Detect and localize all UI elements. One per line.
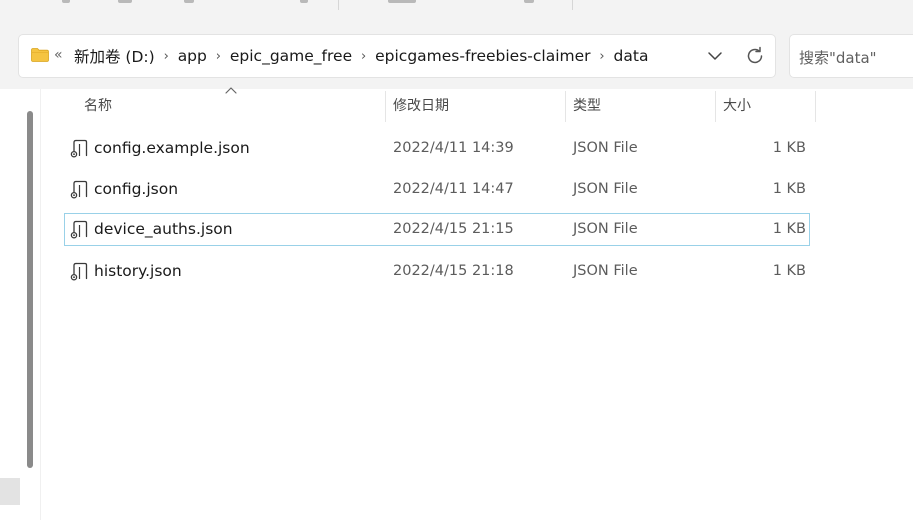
- sort-ascending-icon: [225, 87, 237, 94]
- chevron-down-icon[interactable]: [705, 46, 725, 66]
- refresh-icon[interactable]: [744, 45, 766, 67]
- breadcrumb-data[interactable]: data: [614, 47, 649, 65]
- file-modified: 2022/4/11 14:47: [393, 181, 514, 197]
- column-divider[interactable]: [815, 91, 816, 122]
- address-row: « 新加卷 (D:) › app › epic_game_free › epic…: [0, 25, 913, 89]
- chevron-right-icon[interactable]: ›: [155, 49, 178, 64]
- address-bar[interactable]: « 新加卷 (D:) › app › epic_game_free › epic…: [18, 34, 776, 78]
- table-row[interactable]: config.json 2022/4/11 14:47 JSON File 1 …: [64, 173, 810, 206]
- file-name[interactable]: config.json: [94, 180, 178, 198]
- toolbar-fragment: [118, 0, 132, 3]
- file-size: 1 KB: [772, 263, 806, 279]
- breadcrumb-drive[interactable]: 新加卷 (D:): [74, 45, 155, 67]
- breadcrumb-app[interactable]: app: [178, 47, 207, 65]
- breadcrumb-claimer[interactable]: epicgames-freebies-claimer: [375, 47, 590, 65]
- column-divider[interactable]: [565, 91, 566, 122]
- json-file-icon: [70, 220, 88, 239]
- table-row[interactable]: history.json 2022/4/15 21:18 JSON File 1…: [64, 255, 810, 288]
- navigation-pane: [0, 89, 40, 520]
- file-modified: 2022/4/15 21:18: [393, 263, 514, 279]
- file-name[interactable]: history.json: [94, 262, 182, 280]
- file-name[interactable]: device_auths.json: [94, 220, 233, 238]
- toolbar-divider: [338, 0, 339, 10]
- toolbar-fragment: [184, 0, 194, 3]
- toolbar-fragment: [388, 0, 416, 3]
- chevron-right-icon[interactable]: ›: [207, 49, 230, 64]
- toolbar-divider: [572, 0, 573, 10]
- file-type: JSON File: [573, 221, 638, 237]
- file-type: JSON File: [573, 140, 638, 156]
- file-size: 1 KB: [772, 181, 806, 197]
- file-size: 1 KB: [772, 140, 806, 156]
- folder-icon: [31, 48, 49, 62]
- file-type: JSON File: [573, 181, 638, 197]
- chevron-right-icon[interactable]: ›: [591, 49, 614, 64]
- file-type: JSON File: [573, 263, 638, 279]
- file-modified: 2022/4/11 14:39: [393, 140, 514, 156]
- column-header-modified[interactable]: 修改日期: [393, 95, 449, 122]
- table-row[interactable]: config.example.json 2022/4/11 14:39 JSON…: [64, 132, 810, 165]
- column-header-type[interactable]: 类型: [573, 95, 601, 122]
- search-placeholder: 搜索"data": [799, 49, 877, 67]
- json-file-icon: [70, 139, 88, 158]
- toolbar-fragment: [62, 0, 70, 3]
- navigation-item-fragment[interactable]: [0, 478, 20, 505]
- json-file-icon: [70, 180, 88, 199]
- file-size: 1 KB: [772, 221, 806, 237]
- navigation-scrollbar[interactable]: [27, 111, 33, 468]
- toolbar-fragment: [300, 0, 308, 3]
- json-file-icon: [70, 262, 88, 281]
- column-header-name[interactable]: 名称: [84, 95, 112, 122]
- overflow-chevron-icon[interactable]: «: [54, 46, 63, 64]
- breadcrumb-epic-game-free[interactable]: epic_game_free: [230, 47, 352, 65]
- search-input[interactable]: 搜索"data": [789, 34, 913, 78]
- toolbar-strip: [0, 0, 913, 25]
- toolbar-fragment: [524, 0, 534, 3]
- chevron-right-icon[interactable]: ›: [352, 49, 375, 64]
- file-modified: 2022/4/15 21:15: [393, 221, 514, 237]
- file-name[interactable]: config.example.json: [94, 139, 250, 157]
- column-divider[interactable]: [385, 91, 386, 122]
- column-header-size[interactable]: 大小: [723, 95, 751, 122]
- pane-divider[interactable]: [40, 89, 41, 520]
- breadcrumb: 新加卷 (D:) › app › epic_game_free › epicga…: [74, 35, 648, 77]
- table-row[interactable]: device_auths.json 2022/4/15 21:15 JSON F…: [64, 213, 810, 246]
- column-divider[interactable]: [715, 91, 716, 122]
